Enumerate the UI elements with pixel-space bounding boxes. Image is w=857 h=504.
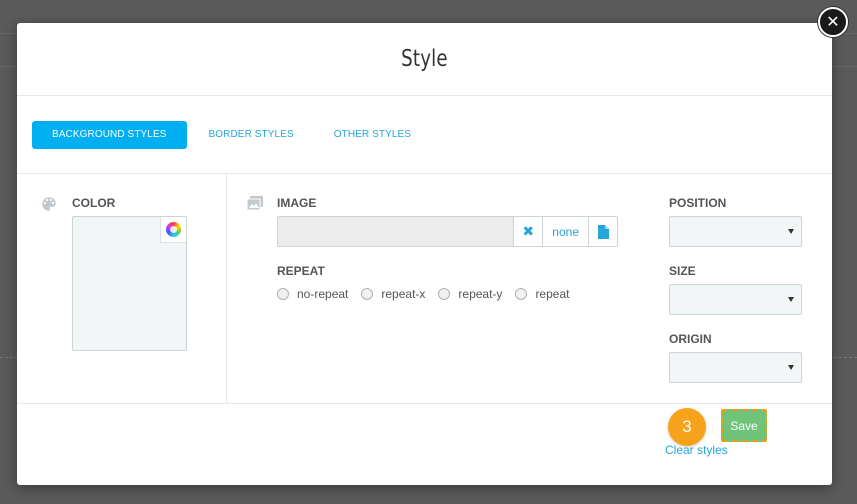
repeat-radio-group: no-repeat repeat-x repeat-y repeat bbox=[277, 287, 582, 301]
caret-down-icon bbox=[788, 297, 794, 302]
save-button[interactable]: Save bbox=[721, 409, 767, 442]
browse-file-button[interactable] bbox=[588, 217, 617, 246]
size-label: SIZE bbox=[669, 264, 696, 278]
position-select[interactable] bbox=[669, 216, 802, 247]
radio-circle[interactable] bbox=[361, 288, 374, 300]
background-styles-panel: COLOR IMAGE ✖ none REPEAT no-repeat repe… bbox=[17, 174, 832, 404]
modal-footer: Clear styles bbox=[17, 404, 832, 484]
origin-label: ORIGIN bbox=[669, 332, 712, 346]
position-label: POSITION bbox=[669, 196, 727, 210]
clear-image-button[interactable]: ✖ bbox=[513, 217, 543, 246]
image-url-input[interactable] bbox=[278, 217, 514, 246]
radio-repeat-x[interactable]: repeat-x bbox=[361, 287, 425, 301]
style-tabs: BACKGROUND STYLES BORDER STYLES OTHER ST… bbox=[17, 96, 832, 174]
radio-circle[interactable] bbox=[515, 288, 528, 300]
close-modal-button[interactable]: ✕ bbox=[818, 7, 848, 37]
step-badge: 3 bbox=[668, 408, 706, 446]
tab-other-styles[interactable]: OTHER STYLES bbox=[314, 121, 431, 149]
radio-label: repeat bbox=[535, 287, 570, 301]
repeat-label: REPEAT bbox=[277, 264, 325, 278]
modal-header: Style bbox=[17, 23, 832, 96]
close-icon: ✕ bbox=[826, 14, 840, 31]
palette-icon bbox=[42, 197, 56, 211]
color-picker-button[interactable] bbox=[160, 217, 186, 243]
clear-styles-link[interactable]: Clear styles bbox=[665, 443, 728, 457]
image-label: IMAGE bbox=[277, 196, 317, 210]
size-select[interactable] bbox=[669, 284, 802, 315]
none-image-button[interactable]: none bbox=[542, 217, 589, 246]
color-label: COLOR bbox=[72, 196, 116, 210]
radio-label: repeat-x bbox=[381, 287, 426, 301]
style-modal: Style BACKGROUND STYLES BORDER STYLES OT… bbox=[17, 23, 832, 485]
radio-label: repeat-y bbox=[458, 287, 503, 301]
modal-title: Style bbox=[401, 46, 448, 72]
file-icon bbox=[597, 224, 609, 239]
radio-label: no-repeat bbox=[297, 287, 349, 301]
caret-down-icon bbox=[788, 365, 794, 370]
image-input-group: ✖ none bbox=[277, 216, 618, 247]
radio-repeat[interactable]: repeat bbox=[515, 287, 569, 301]
color-wheel-icon bbox=[166, 222, 181, 237]
image-icon bbox=[247, 196, 263, 210]
radio-no-repeat[interactable]: no-repeat bbox=[277, 287, 348, 301]
radio-circle[interactable] bbox=[438, 288, 451, 300]
color-preview-field[interactable] bbox=[72, 216, 187, 351]
color-column: COLOR bbox=[17, 174, 227, 404]
caret-down-icon bbox=[788, 229, 794, 234]
radio-repeat-y[interactable]: repeat-y bbox=[438, 287, 502, 301]
radio-circle[interactable] bbox=[277, 288, 289, 300]
tab-background-styles[interactable]: BACKGROUND STYLES bbox=[32, 120, 187, 149]
tab-border-styles[interactable]: BORDER STYLES bbox=[189, 121, 314, 149]
origin-select[interactable] bbox=[669, 352, 802, 383]
